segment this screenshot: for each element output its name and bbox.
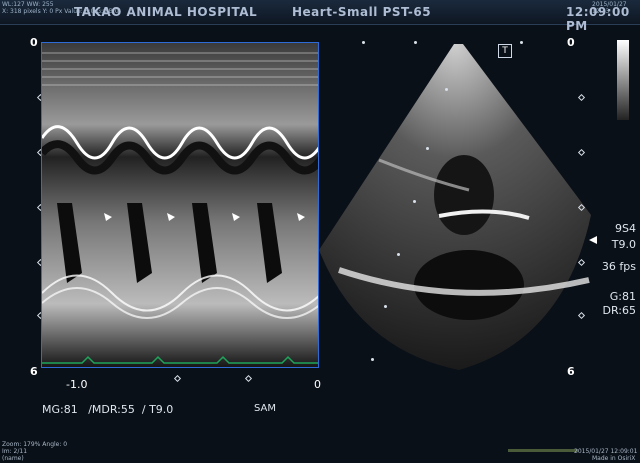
- sector-dot: [426, 147, 429, 150]
- time-marker: [173, 374, 182, 383]
- patient-name: (name): [2, 455, 24, 462]
- progress-track: [508, 449, 578, 452]
- t-param: T9.0: [611, 238, 636, 251]
- m-mode-trace: [42, 43, 318, 367]
- probe-marker-icon: T: [498, 44, 512, 58]
- time-label-0: 0: [314, 378, 321, 391]
- sam-label: SAM: [254, 403, 277, 414]
- time-label-minus1: -1.0: [66, 378, 88, 391]
- mmode-params: MG:81 /MDR:55 / T9.0: [42, 403, 174, 416]
- sector-dot: [414, 41, 417, 44]
- hospital-name: TAKAO ANIMAL HOSPITAL: [74, 5, 258, 19]
- probe-label: 9S4: [615, 222, 636, 235]
- gain-param: G:81: [609, 290, 636, 303]
- sector-dot: [362, 41, 365, 44]
- wl-ww-readout: WL:127 WW: 255: [2, 1, 54, 8]
- image-index: Im: 2/11: [2, 448, 28, 455]
- sector-scan: [319, 44, 591, 370]
- grayscale-bar: [617, 40, 629, 120]
- fps-param: 36 fps: [601, 260, 636, 273]
- sector-dot: [371, 358, 374, 361]
- sector-dot: [397, 253, 400, 256]
- m-mode-image: [41, 42, 319, 368]
- mmode-depth-bottom: 6: [30, 365, 38, 378]
- sector-depth-bottom: 6: [567, 365, 575, 378]
- made-in-label: Made in OsiriX: [592, 455, 636, 462]
- zoom-readout: Zoom: 179% Angle: 0: [2, 441, 68, 448]
- exam-name: Heart-Small PST-65: [292, 5, 432, 19]
- sector-dot: [413, 200, 416, 203]
- b-mode-sector-image: [319, 40, 591, 370]
- datetime-small: 2015/01/27 12:13: [592, 1, 627, 15]
- footer-datetime: 2015/01/27 12:09:01: [574, 448, 638, 455]
- sector-dot: [445, 88, 448, 91]
- mmode-depth-top: 0: [30, 36, 38, 49]
- sector-dot: [520, 41, 523, 44]
- time-marker: [244, 374, 253, 383]
- sector-depth-top: 0: [567, 36, 575, 49]
- title-bar: WL:127 WW: 255 X: 318 pixels Y: 0 Px Val…: [0, 0, 640, 33]
- focus-marker-icon: [589, 236, 597, 244]
- sector-dot: [384, 305, 387, 308]
- dr-param: DR:65: [602, 304, 636, 317]
